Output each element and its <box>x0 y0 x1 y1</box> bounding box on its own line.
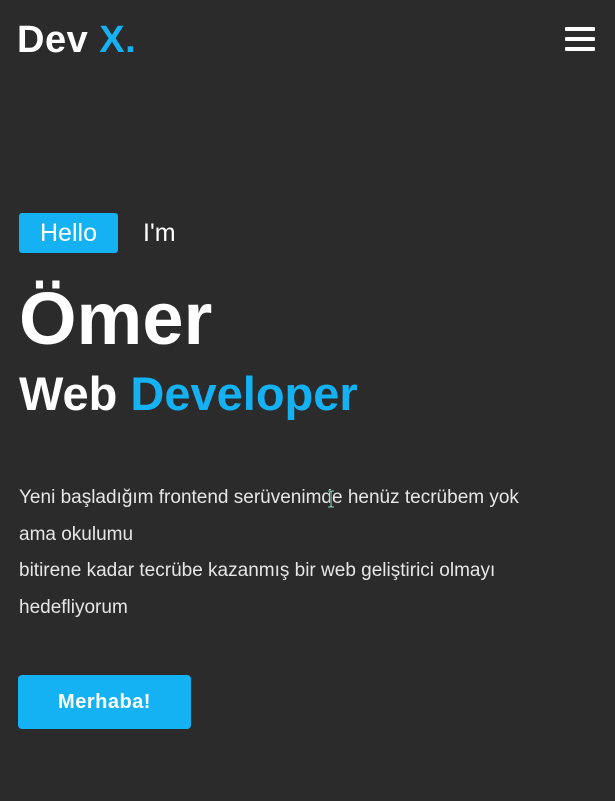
hello-badge: Hello <box>19 213 118 253</box>
navbar: Dev X. <box>0 0 615 80</box>
logo-accent: X. <box>99 19 137 61</box>
page: Dev X. Hello I'm Ömer Web Developer Yeni… <box>0 0 615 801</box>
text-cursor-icon <box>328 490 334 508</box>
hero-section: Hello I'm Ömer Web Developer <box>19 213 599 421</box>
description-line-4: hedefliyorum <box>19 596 128 618</box>
menu-bar-middle <box>565 37 595 41</box>
description-line-2: ama okulumu <box>19 523 134 545</box>
description-line-1: Yeni başladığım frontend serüvenimde hen… <box>19 487 519 508</box>
role-accent: Developer <box>130 367 358 420</box>
description-line-3: bitirene kadar tecrübe kazanmış bir web … <box>19 560 496 581</box>
hamburger-menu-icon[interactable] <box>562 24 598 54</box>
role-prefix: Web <box>19 367 131 420</box>
logo[interactable]: Dev X. <box>17 18 136 62</box>
hero-name: Ömer <box>19 277 213 360</box>
merhaba-button[interactable]: Merhaba! <box>18 675 191 729</box>
im-text: I'm <box>143 218 176 247</box>
hero-description: Yeni başladığım frontend serüvenimde hen… <box>19 480 599 626</box>
menu-bar-bottom <box>565 47 595 51</box>
logo-main: Dev <box>17 19 100 61</box>
menu-bar-top <box>565 27 595 31</box>
greeting-row: Hello I'm <box>19 213 599 253</box>
hero-role: Web Developer <box>19 367 599 421</box>
